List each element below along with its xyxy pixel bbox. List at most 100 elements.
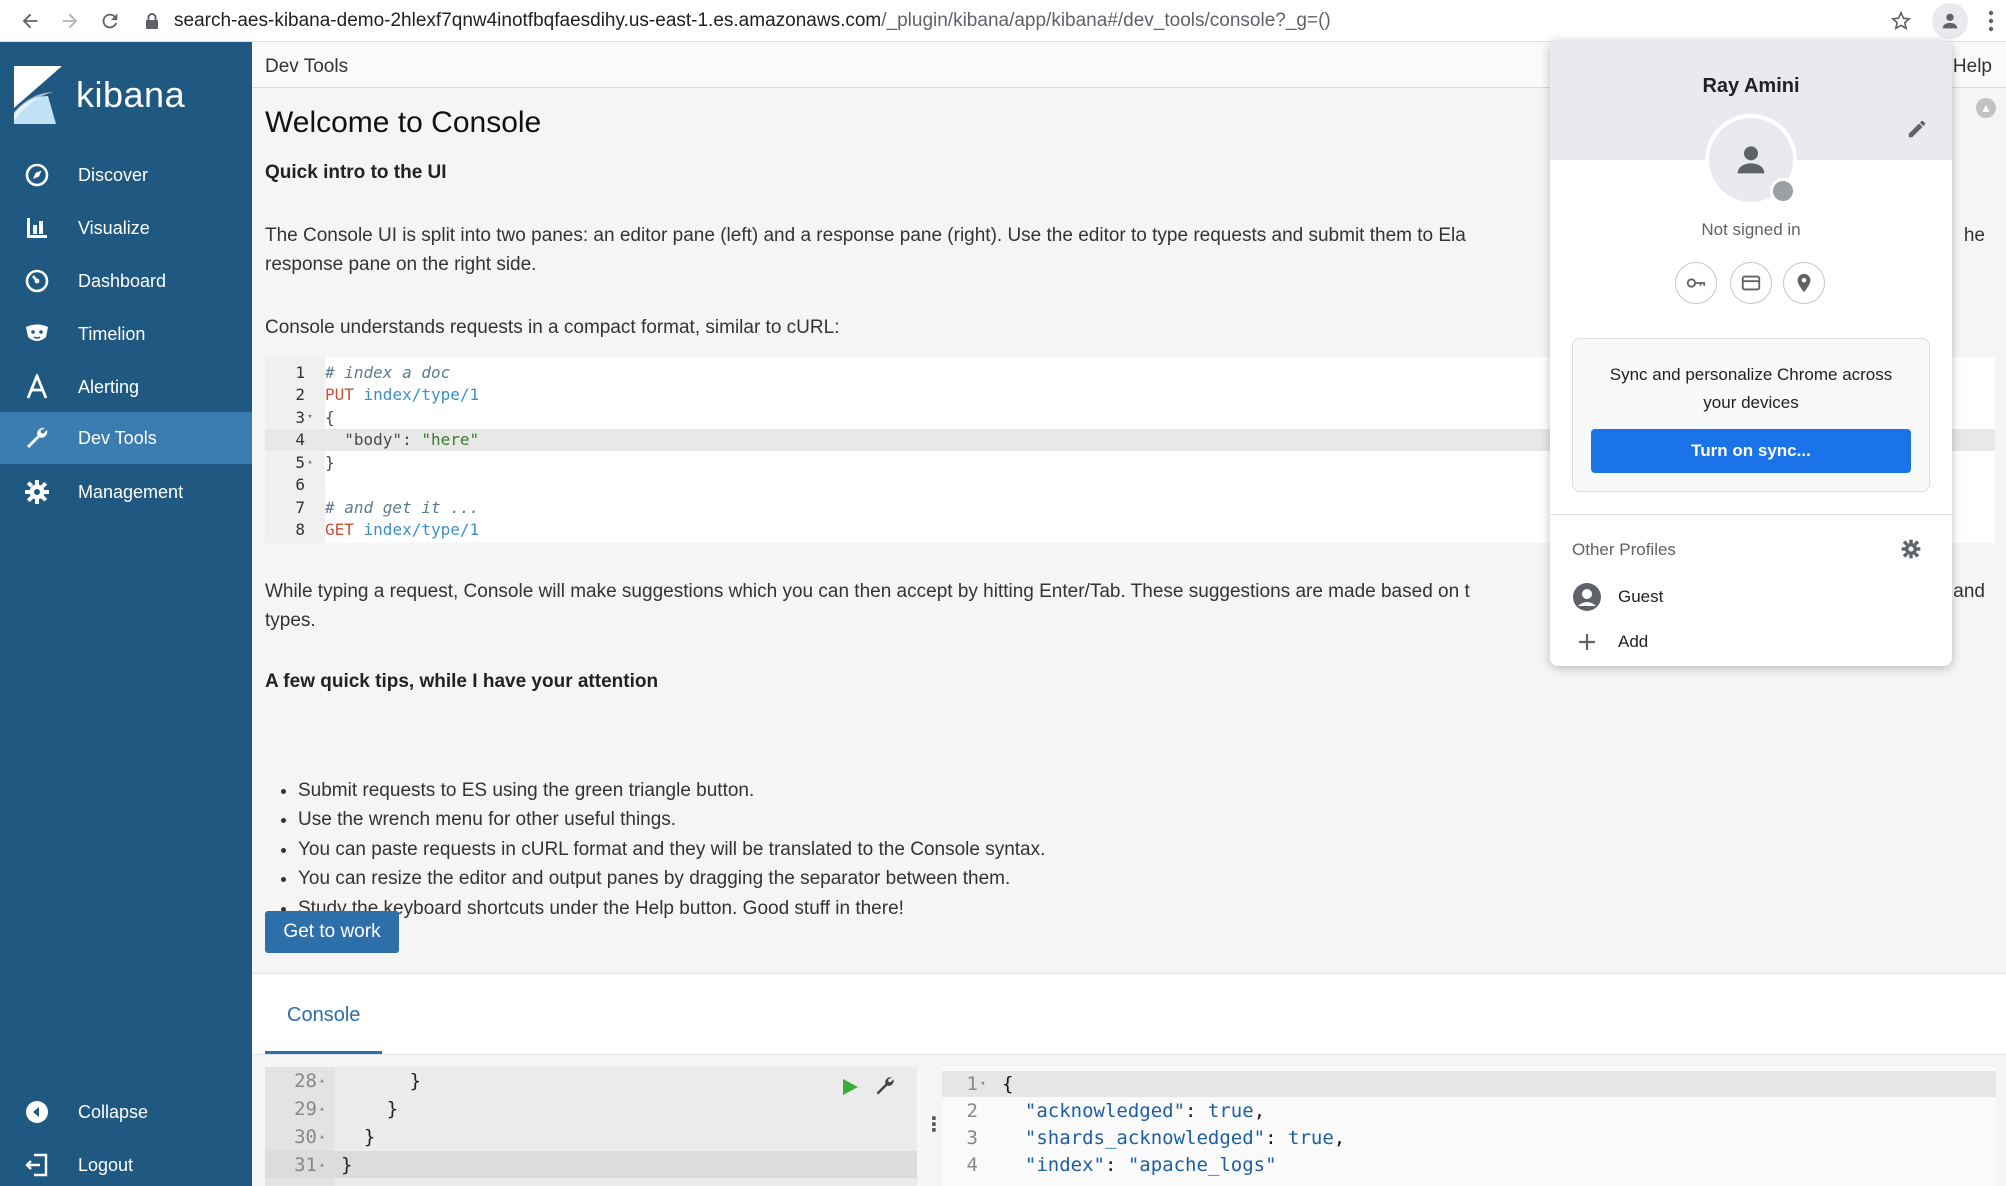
code-token: { — [1002, 1073, 1014, 1095]
dashboard-icon — [24, 268, 50, 294]
line-number: 29 — [294, 1097, 317, 1120]
editor-line: 30 ▴ } — [265, 1123, 917, 1150]
sync-text: Sync and personalize Chrome across your … — [1573, 361, 1929, 417]
code-text: PUT index/type/1 — [325, 385, 479, 404]
line-number: 30 — [294, 1125, 317, 1148]
pane-splitter[interactable]: ⋮ — [924, 1112, 944, 1137]
help-link[interactable]: Help — [1953, 56, 1992, 78]
intro-text-tail: he — [1963, 225, 1985, 246]
code-text: } — [341, 1097, 399, 1120]
line-number: 4 — [295, 430, 305, 449]
reload-button[interactable] — [90, 1, 130, 41]
editor-line: 28 ▴ } — [265, 1067, 917, 1094]
location-pin-icon — [1797, 273, 1811, 293]
code-text: GET index/type/1 — [325, 520, 479, 539]
chevron-up-icon[interactable]: ▲ — [1976, 98, 1996, 118]
sidebar-item-dev-tools[interactable]: Dev Tools — [0, 412, 252, 464]
get-to-work-button[interactable]: Get to work — [265, 911, 399, 953]
fold-marker: ▴ — [319, 1103, 325, 1114]
payment-methods-button[interactable] — [1730, 262, 1772, 304]
other-profiles-label: Other Profiles — [1572, 540, 1676, 559]
sync-text-line1: Sync and personalize Chrome across — [1609, 365, 1893, 384]
person-icon — [1942, 13, 1958, 29]
bookmark-star-icon[interactable] — [1890, 10, 1912, 32]
intro-text-line1: The Console UI is split into two panes: … — [265, 225, 1466, 246]
code-text: # index a doc — [325, 363, 450, 382]
line-number: 31 — [294, 1153, 317, 1176]
sidebar-item-dashboard[interactable]: Dashboard — [0, 255, 252, 307]
profile-button[interactable] — [1932, 3, 1968, 39]
passwords-button[interactable] — [1675, 262, 1717, 304]
list-item: Submit requests to ES using the green tr… — [298, 776, 1045, 805]
back-button[interactable] — [10, 1, 50, 41]
code-text: "acknowledged": true, — [1002, 1100, 1265, 1122]
menu-dots-icon[interactable] — [1988, 10, 1994, 32]
suggest-text-line1: While typing a request, Console will mak… — [265, 581, 1470, 602]
output-line: 1 ▾ { — [942, 1071, 1996, 1097]
editor-line: 29 ▴ } — [265, 1095, 917, 1122]
sidebar-item-management[interactable]: Management — [0, 466, 252, 518]
list-item: You can paste requests in cURL format an… — [298, 835, 1045, 864]
sync-card: Sync and personalize Chrome across your … — [1572, 338, 1930, 492]
sync-paused-icon — [1770, 178, 1796, 204]
line-number: 2 — [966, 1100, 978, 1122]
sidebar-item-alerting[interactable]: Alerting — [0, 361, 252, 413]
output-line: 3 "shards_acknowledged": true, — [942, 1125, 1996, 1151]
sidebar-item-label: Timelion — [78, 323, 146, 344]
tips-heading: A few quick tips, while I have your atte… — [265, 671, 659, 692]
code-token: { — [325, 407, 335, 427]
turn-on-sync-button[interactable]: Turn on sync... — [1591, 429, 1911, 473]
code-text: { — [1002, 1073, 1013, 1095]
editor-pane[interactable]: 28 ▴ } 29 ▴ } 30 ▴ } 31 ▴} — [265, 1067, 917, 1186]
line-number: 3 — [966, 1127, 978, 1149]
response-pane[interactable]: 1 ▾{2 "acknowledged": true, 3 "shards_ackn… — [942, 1067, 1996, 1186]
code-token: : — [1104, 1154, 1128, 1176]
kibana-logo-icon — [14, 66, 62, 124]
profile-guest[interactable]: Guest — [1572, 580, 1663, 614]
collapse-label: Collapse — [78, 1101, 149, 1122]
code-token: # index a doc — [325, 362, 451, 382]
credit-card-icon — [1741, 275, 1761, 291]
code-token: : — [1185, 1100, 1208, 1122]
code-token: # and get it ... — [325, 497, 480, 517]
sidebar-logout[interactable]: Logout — [0, 1139, 252, 1186]
reload-icon — [102, 13, 118, 28]
addresses-button[interactable] — [1783, 262, 1825, 304]
code-token: index/type/1 — [353, 520, 480, 539]
code-token: , — [1253, 1100, 1266, 1122]
forward-button[interactable] — [50, 1, 90, 41]
address-bar[interactable]: search-aes-kibana-demo-2hlexf7qnw4inotfb… — [174, 10, 1331, 32]
lock-icon[interactable] — [144, 12, 160, 30]
sidebar-item-label: Discover — [78, 164, 149, 185]
logout-icon — [24, 1152, 50, 1178]
fold-marker: ▴ — [319, 1075, 325, 1086]
kibana-logo[interactable]: kibana — [14, 66, 185, 124]
code-text: { — [325, 408, 335, 427]
code-text: } — [341, 1125, 376, 1148]
line-number: 1 — [295, 362, 305, 382]
sidebar-item-discover[interactable]: Discover — [0, 149, 252, 201]
profile-add[interactable]: Add — [1572, 625, 1648, 659]
browser-toolbar: search-aes-kibana-demo-2hlexf7qnw4inotfb… — [0, 0, 2006, 42]
gear-icon — [24, 479, 50, 505]
code-text: "body": "here" — [325, 430, 479, 449]
code-text: # and get it ... — [325, 498, 479, 517]
tab-console[interactable]: Console — [265, 1004, 383, 1054]
sync-text-line2: your devices — [1703, 393, 1799, 412]
code-token: } — [325, 452, 335, 472]
play-icon[interactable] — [840, 1077, 860, 1097]
code-text: } — [325, 453, 335, 472]
sidebar-item-visualize[interactable]: Visualize — [0, 202, 252, 254]
list-item: Use the wrench menu for other useful thi… — [298, 805, 1045, 834]
wrench-menu-icon[interactable] — [874, 1075, 896, 1097]
line-number: 5 — [295, 452, 305, 472]
suggest-text-tail: and — [1953, 581, 1985, 602]
output-line: 2 "acknowledged": true, — [942, 1098, 1996, 1124]
compass-icon — [24, 162, 50, 188]
code-token: "acknowledged" — [1002, 1100, 1186, 1122]
code-token: GET — [325, 520, 354, 539]
gear-icon[interactable] — [1900, 538, 1922, 560]
sidebar-item-timelion[interactable]: Timelion — [0, 308, 252, 360]
sidebar-collapse[interactable]: Collapse — [0, 1086, 252, 1138]
pencil-icon[interactable] — [1906, 118, 1928, 140]
